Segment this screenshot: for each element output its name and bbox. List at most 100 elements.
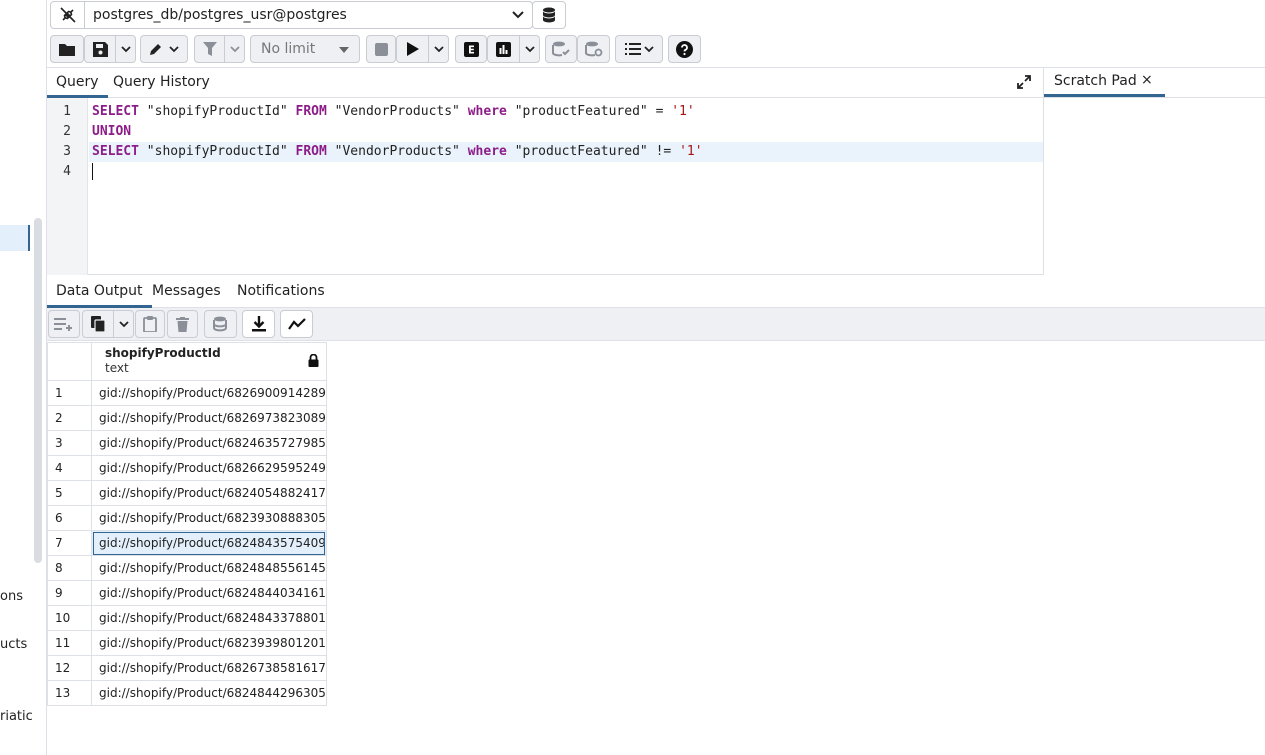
row-number[interactable]: 6 [47,505,92,531]
chevron-down-icon[interactable] [428,36,448,62]
tab-data-output[interactable]: Data Output [47,277,152,308]
column-name: shopifyProductId [105,346,221,360]
tree-item-fragment[interactable]: ucts [0,637,27,652]
tree-selected-item[interactable] [0,225,30,251]
row-number[interactable]: 2 [47,405,92,431]
open-file-button[interactable] [50,35,84,63]
table-row[interactable]: 12 gid://shopify/Product/6826738581617 [47,655,327,681]
execute-button[interactable] [397,36,428,62]
line-number: 1 [63,104,71,119]
table-cell[interactable]: gid://shopify/Product/6824848556145 [91,555,327,581]
filter-button-group[interactable] [194,35,245,63]
stop-button[interactable] [366,35,396,63]
table-row[interactable]: 2 gid://shopify/Product/6826973823089 [47,405,327,431]
table-row[interactable]: 3 gid://shopify/Product/6824635727985 [47,430,327,456]
code-line[interactable]: SELECT "shopifyProductId" FROM "VendorPr… [92,144,703,159]
row-number[interactable]: 11 [47,630,92,656]
tree-item-fragment[interactable]: ons [0,589,23,604]
table-row[interactable]: 10 gid://shopify/Product/6824843378801 [47,605,327,631]
copy-button[interactable] [83,311,113,337]
save-button-group[interactable] [84,35,136,63]
table-row[interactable]: 5 gid://shopify/Product/6824054882417 [47,480,327,506]
sql-editor[interactable]: 1 2 3 4 SELECT "shopifyProductId" FROM "… [47,98,1043,275]
tab-query[interactable]: Query [47,68,108,98]
explain-analyze-button[interactable] [488,36,519,62]
row-number[interactable]: 10 [47,605,92,631]
code-token: "shopifyProductId" [146,144,288,159]
rollback-button[interactable] [577,35,610,63]
table-cell[interactable]: gid://shopify/Product/6824844296305 [91,680,327,706]
table-row[interactable]: 13 gid://shopify/Product/6824844296305 [47,680,327,706]
execute-button-group[interactable] [396,35,449,63]
table-cell[interactable]: gid://shopify/Product/6826629595249 [91,455,327,481]
expand-icon[interactable] [1017,74,1031,93]
macros-button[interactable] [615,35,663,63]
save-data-button[interactable] [204,310,237,338]
table-row[interactable]: 4 gid://shopify/Product/6826629595249 [47,455,327,481]
graph-visualiser-button[interactable] [280,310,313,338]
table-row[interactable]: 6 gid://shopify/Product/6823930888305 [47,505,327,531]
row-number[interactable]: 8 [47,555,92,581]
chevron-down-icon[interactable] [115,36,135,62]
paste-button[interactable] [135,310,165,338]
tree-scrollbar[interactable] [34,218,42,563]
help-button[interactable] [668,35,701,63]
explain-button[interactable] [455,35,487,63]
save-button[interactable] [85,36,115,62]
row-number[interactable]: 5 [47,480,92,506]
row-number[interactable]: 1 [47,380,92,406]
code-line[interactable]: UNION [92,124,131,139]
table-cell[interactable]: gid://shopify/Product/6824054882417 [91,480,327,506]
chevron-down-icon[interactable] [113,311,133,337]
download-button[interactable] [242,310,275,338]
table-cell[interactable]: gid://shopify/Product/6824844034161 [91,580,327,606]
copy-button-group[interactable] [82,310,134,338]
explain-analyze-button-group[interactable] [487,35,540,63]
table-cell[interactable]: gid://shopify/Product/6826973823089 [91,405,327,431]
save-icon [92,41,108,57]
add-row-button[interactable] [48,310,80,338]
table-cell[interactable]: gid://shopify/Product/6824635727985 [91,430,327,456]
code-token: "shopifyProductId" [146,104,288,119]
table-cell[interactable]: gid://shopify/Product/6826900914289 [91,380,327,406]
table-row[interactable]: 9 gid://shopify/Product/6824844034161 [47,580,327,606]
chevron-down-icon[interactable] [224,36,244,62]
row-number[interactable]: 13 [47,680,92,706]
delete-button[interactable] [167,310,198,338]
row-number-header[interactable] [47,342,92,381]
table-row[interactable]: 7 gid://shopify/Product/6824843575409 [47,530,327,556]
connection-selector[interactable]: postgres_db/postgres_usr@postgres [50,1,533,29]
table-cell[interactable]: gid://shopify/Product/6824843378801 [91,605,327,631]
table-cell[interactable]: gid://shopify/Product/6823939801201 [91,630,327,656]
commit-button[interactable] [545,35,577,63]
code-line[interactable]: SELECT "shopifyProductId" FROM "VendorPr… [92,104,695,119]
row-number[interactable]: 4 [47,455,92,481]
close-icon[interactable]: × [1141,67,1153,93]
tab-messages[interactable]: Messages [143,277,230,308]
filter-button[interactable] [195,36,224,62]
table-cell[interactable]: gid://shopify/Product/6823930888305 [91,505,327,531]
row-number[interactable]: 7 [47,530,92,556]
table-row[interactable]: 1 gid://shopify/Product/6826900914289 [47,380,327,406]
row-number[interactable]: 3 [47,430,92,456]
tab-notifications[interactable]: Notifications [228,277,334,308]
table-row[interactable]: 11 gid://shopify/Product/6823939801201 [47,630,327,656]
tab-scratch-pad[interactable]: Scratch Pad × [1044,67,1165,97]
row-number[interactable]: 9 [47,580,92,606]
table-row[interactable]: 8 gid://shopify/Product/6824848556145 [47,555,327,581]
chevron-down-icon[interactable] [504,11,532,19]
tree-item-fragment[interactable]: riatic [0,709,33,724]
table-cell[interactable]: gid://shopify/Product/6824843575409 [91,530,327,556]
code-token: SELECT [92,144,139,159]
table-cell[interactable]: gid://shopify/Product/6826738581617 [91,655,327,681]
column-header[interactable]: shopifyProductId text [91,342,327,381]
chevron-down-icon [643,45,654,52]
edit-menu-button[interactable] [140,35,188,63]
row-limit-select[interactable]: No limit [250,35,360,63]
row-number[interactable]: 12 [47,655,92,681]
tab-query-history[interactable]: Query History [104,68,219,98]
connection-status-icon[interactable] [51,2,85,28]
chevron-down-icon[interactable] [519,36,539,62]
new-connection-button[interactable] [532,1,566,29]
